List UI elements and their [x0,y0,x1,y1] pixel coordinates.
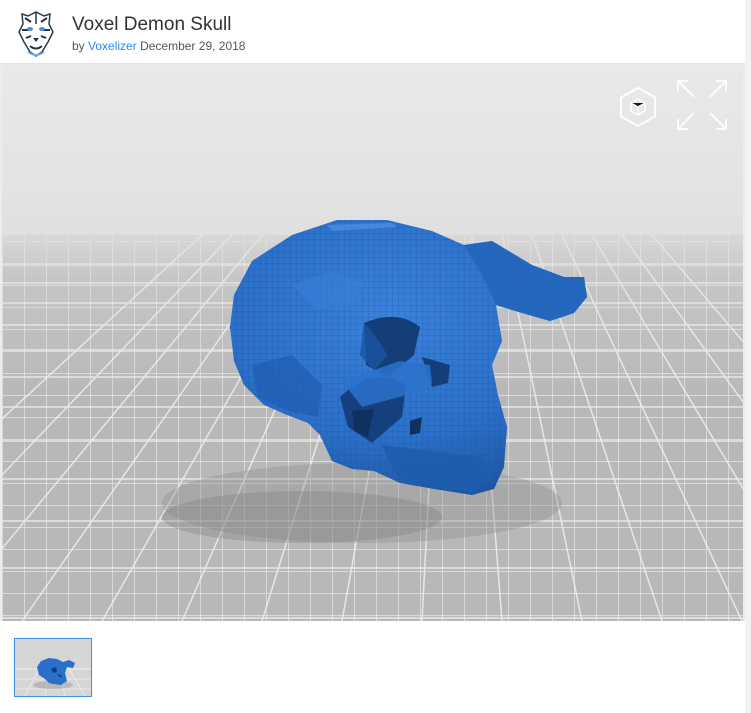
3d-model-viewer[interactable] [2,65,743,621]
model-render [2,65,743,621]
page-edge [745,0,751,713]
author-link[interactable]: Voxelizer [88,39,137,53]
page-title: Voxel Demon Skull [72,14,232,35]
thumbnail-strip [0,621,745,713]
skull-thumbnail[interactable] [14,638,92,697]
thing-header: Voxel Demon Skull by Voxelizer December … [0,0,745,64]
publish-date: December 29, 2018 [140,39,246,53]
byline: by Voxelizer December 29, 2018 [72,39,245,53]
thing-page: Voxel Demon Skull by Voxelizer December … [0,0,751,713]
tiger-avatar-icon[interactable] [16,8,56,58]
by-prefix: by [72,39,85,53]
